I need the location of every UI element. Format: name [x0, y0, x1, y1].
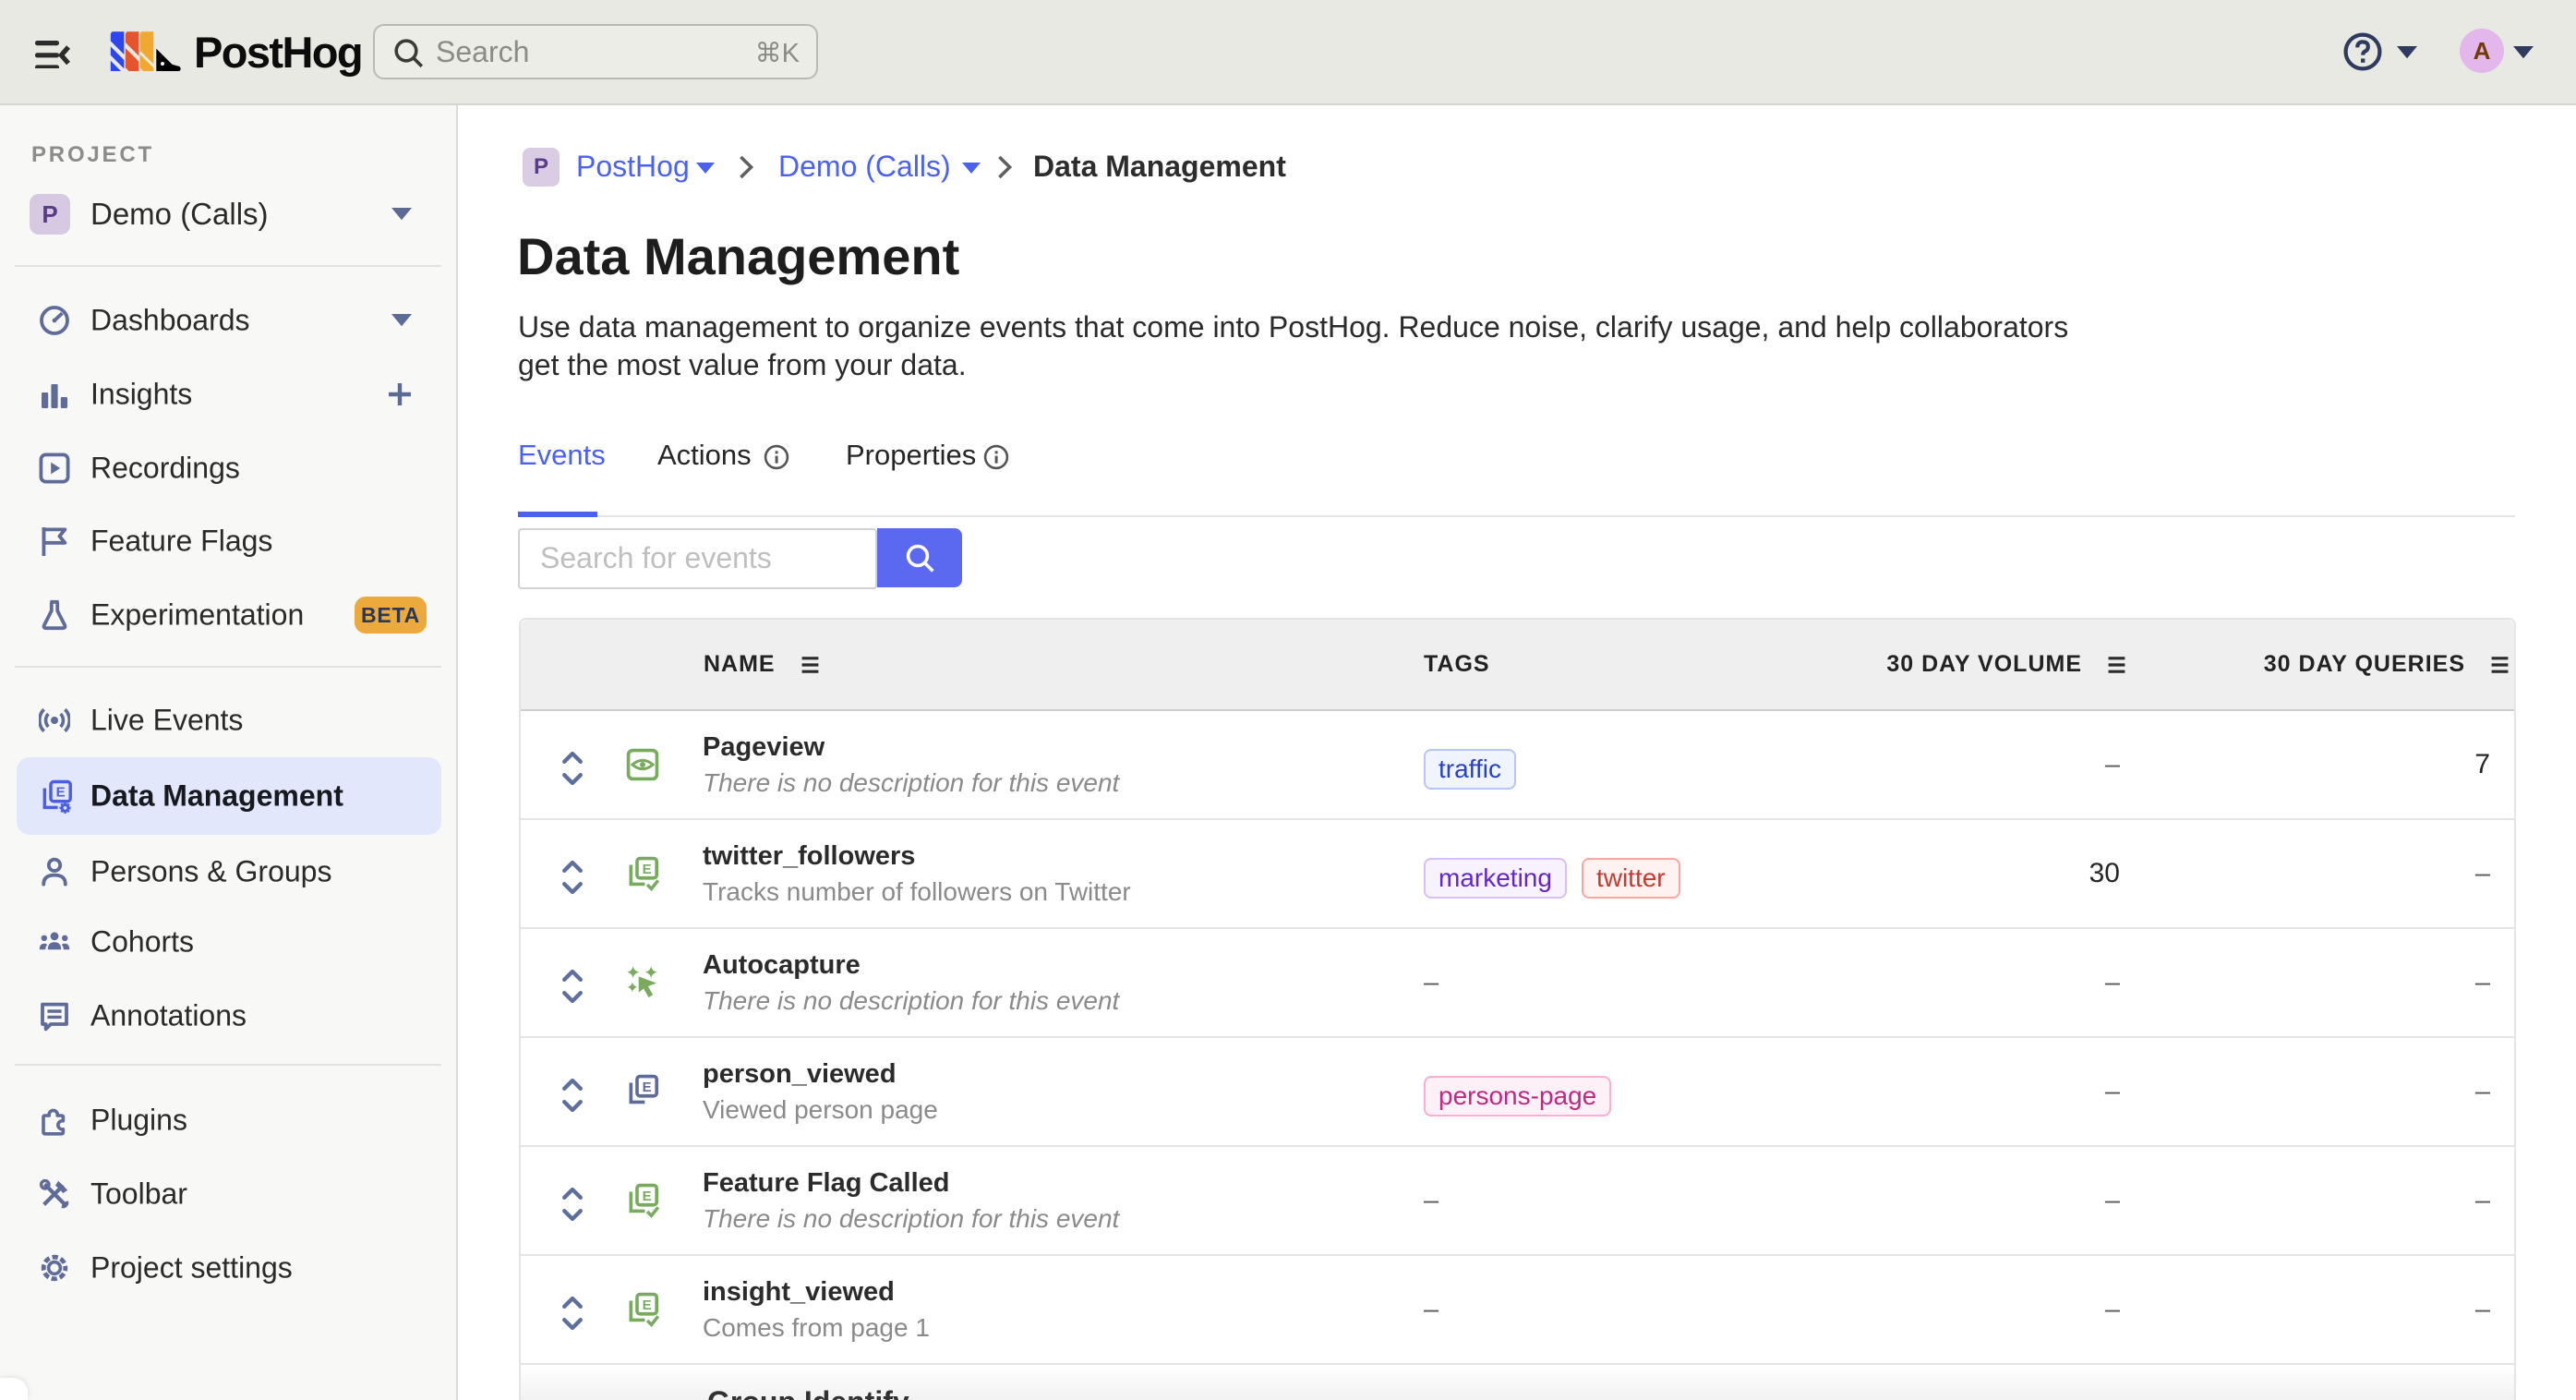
svg-text:E: E — [56, 785, 66, 801]
svg-text:E: E — [643, 1189, 652, 1204]
svg-text:E: E — [643, 1297, 652, 1313]
svg-text:E: E — [643, 1080, 652, 1095]
svg-text:E: E — [643, 862, 652, 877]
